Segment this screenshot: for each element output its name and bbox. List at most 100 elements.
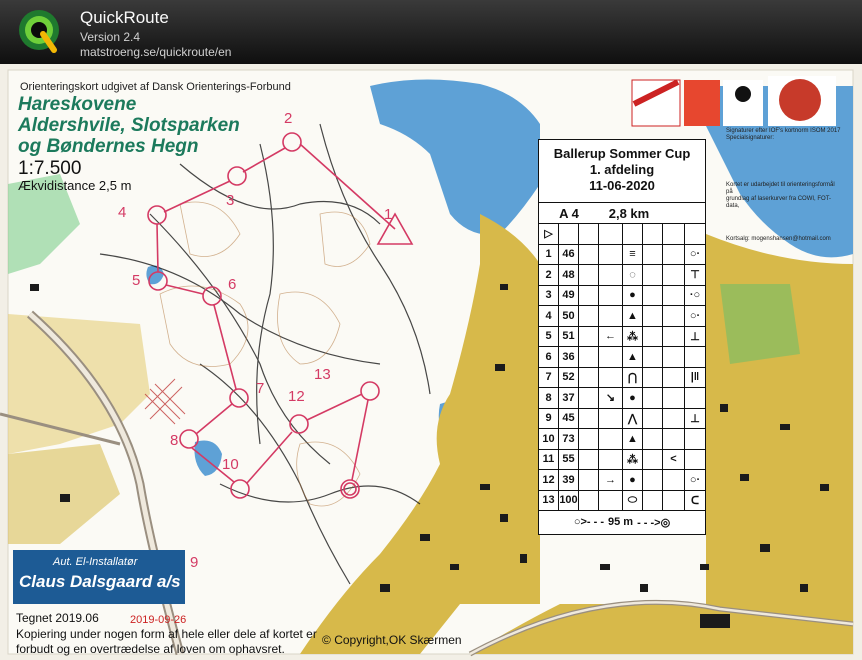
cd-control-code: 39 [559,470,579,490]
cd-control-code: 37 [559,388,579,408]
cd-control-number: 2 [539,265,559,285]
cd-location-symbol: ·○ [689,289,701,302]
cd-feature-symbol: ◌ [623,265,643,285]
sponsor-box: Aut. El-Installatør Claus Dalsgaard a/s [13,550,185,604]
cd-direction [599,367,623,387]
map-title-line-1: Hareskovene [18,94,137,115]
cd-direction [599,449,623,469]
cd-detail-symbol [663,470,685,490]
control-number: 3 [226,192,235,209]
cd-feature-symbol: ● [623,388,643,408]
cd-control-row: 4 50 ▲ ○· [539,306,705,327]
control-number: 8 [170,432,179,449]
legend-line: Signaturer efter IOF's kortnorm ISOM 201… [726,128,841,134]
map-title-line-3: og Bøndernes Hegn [18,136,199,157]
copyright-owner: Copyright,OK Skærmen [334,633,462,647]
cd-detail-symbol [663,285,685,305]
cd-control-row: 11 55 ⁂ < [539,449,705,470]
app-name: QuickRoute [80,8,169,27]
quickroute-logo-icon [19,10,59,53]
cd-control-code: 48 [559,265,579,285]
cd-control-number: 7 [539,367,559,387]
cd-direction: ↘ [599,388,623,408]
cd-control-row: 7 52 ⋂ |‖ [539,367,705,388]
cd-control-number: 12 [539,470,559,490]
map-contour-interval: Ækvidistance 2,5 m [18,178,132,193]
cd-feature-symbol: ⋀ [623,408,643,428]
control-number: 9 [190,554,199,571]
cd-direction: ← [599,326,623,346]
cd-control-number: 4 [539,306,559,326]
cd-detail-symbol [663,408,685,428]
control-description-card: Ballerup Sommer Cup 1. afdeling 11-06-20… [538,139,706,535]
cd-location-symbol [685,429,705,449]
cd-detail-symbol: < [663,449,685,469]
cd-control-row: 13 100 ⬭ ᑕ [539,490,705,511]
cd-control-number: 6 [539,347,559,367]
cd-detail-symbol [663,367,685,387]
cd-direction [599,244,623,264]
app-url[interactable]: matstroeng.se/quickroute/en [80,45,231,59]
cd-feature-symbol: ≡ [623,244,643,264]
legend-line: Specialsignaturer: [726,135,775,141]
cd-detail-symbol [663,326,685,346]
cd-control-code: 36 [559,347,579,367]
cd-event-title: Ballerup Sommer Cup [553,146,691,161]
cd-control-number: 3 [539,285,559,305]
cd-control-number: 13 [539,490,559,510]
cd-course-length: 2,8 km [608,205,650,221]
cd-control-row: 9 45 ⋀ ⊥ [539,408,705,429]
cd-control-code: 45 [559,408,579,428]
cd-control-code: 49 [559,285,579,305]
finish-start-circle-icon: ○>- - - [573,516,604,528]
cd-control-number: 10 [539,429,559,449]
legend-line: grundlag af laserkurver fra COWI, FOT-da… [726,196,832,209]
map-image[interactable]: Orienteringskort udgivet af Dansk Orient… [0,64,862,660]
cd-location-symbol [685,347,705,367]
map-date: 2019-09-26 [130,614,187,626]
cd-control-code: 73 [559,429,579,449]
cd-feature-symbol: ⬭ [623,490,643,510]
map-title-line-2: Aldershvile, Slotsparken [18,115,240,136]
cd-location-symbol: ○· [689,309,701,322]
map-scale: 1:7.500 [18,158,82,179]
control-number: 2 [284,110,293,127]
cd-detail-symbol [663,265,685,285]
cd-detail-symbol [663,347,685,367]
cd-feature-symbol: ⁂ [623,326,643,346]
cd-control-code: 51 [559,326,579,346]
cd-detail-symbol [663,429,685,449]
cd-control-row: 5 51 ← ⁂ ⊥ [539,326,705,347]
legend-line: Kortsalg: mogenshansen@hotmail.com [726,236,831,242]
cd-control-number: 9 [539,408,559,428]
control-number: 6 [228,276,237,293]
map-legend-text: Signaturer efter IOF's kortnorm ISOM 201… [726,128,841,243]
control-number: 1 [384,206,393,223]
copy-notice-line-1: Kopiering under nogen form af hele eller… [16,627,317,641]
control-number: 13 [314,366,331,383]
legend-line: Kortet er udarbejdet til orienteringsfor… [726,182,835,195]
cd-event-date: 11-06-2020 [589,178,655,193]
cd-location-symbol [685,388,705,408]
cd-location-symbol [685,450,705,470]
cd-feature-symbol: ▲ [623,429,643,449]
start-triangle-icon: ▷ [539,224,559,244]
cd-control-row: 6 36 ▲ [539,347,705,368]
cd-control-number: 5 [539,326,559,346]
copy-notice-line-2: forbudt og en overtrædelse af loven om o… [16,642,285,656]
cd-control-row: 1 46 ≡ ○· [539,244,705,265]
cd-location-symbol: ᑕ [690,494,700,507]
cd-control-row: 8 37 ↘ ● [539,388,705,409]
cd-control-code: 50 [559,306,579,326]
control-number: 7 [256,380,265,397]
cd-control-number: 8 [539,388,559,408]
cd-direction [599,490,623,510]
cd-detail-symbol [663,490,685,510]
cd-location-symbol: ○· [689,248,701,261]
copyright-text: © Copyright,OK Skærmen [322,633,462,647]
cd-location-symbol: ⊥ [690,330,700,343]
cd-detail-symbol [663,388,685,408]
cd-direction [599,347,623,367]
cd-direction [599,285,623,305]
cd-control-number: 11 [539,449,559,469]
